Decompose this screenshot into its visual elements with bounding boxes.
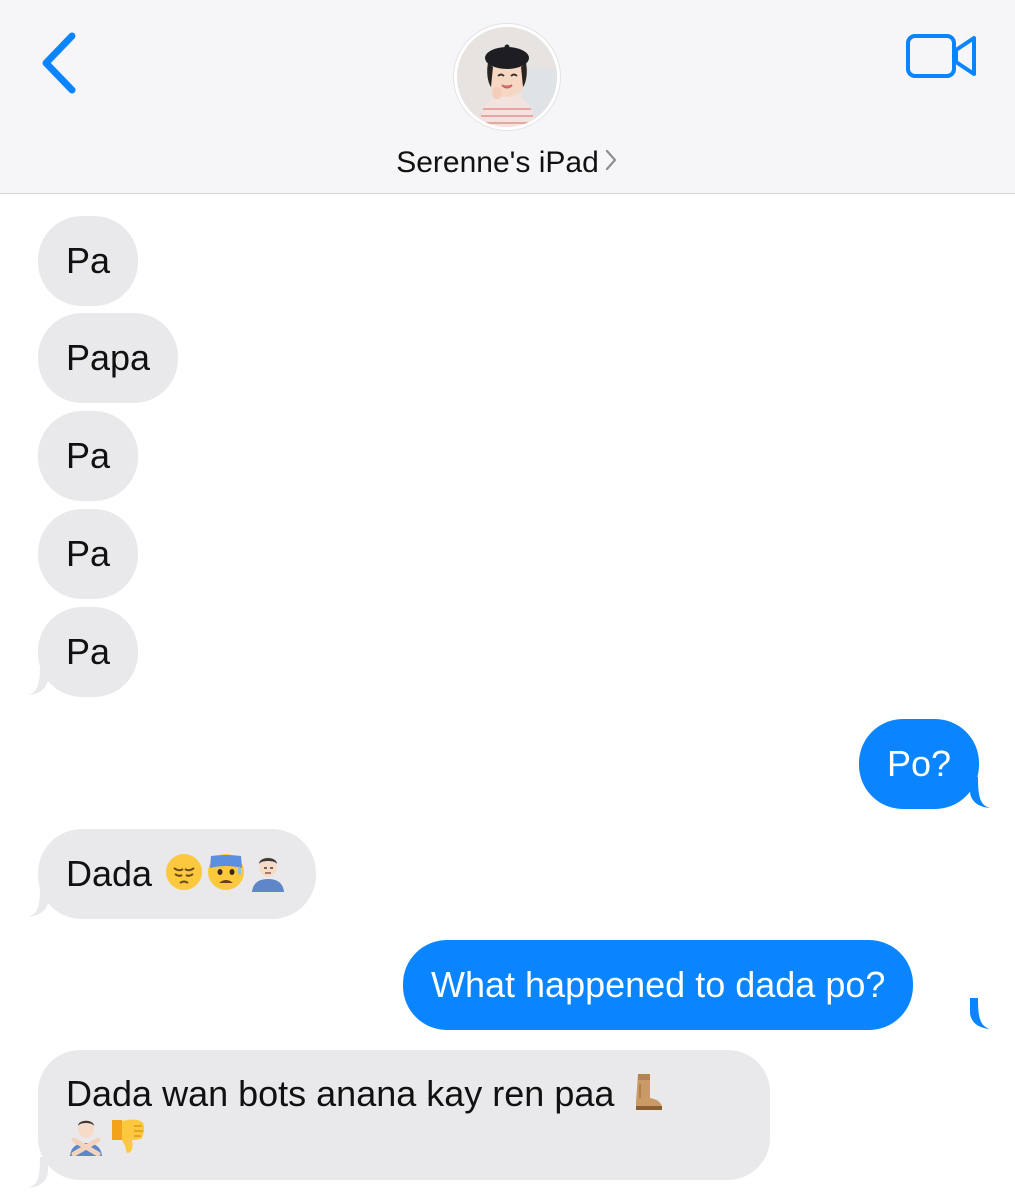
message-text: Dada xyxy=(66,853,153,894)
contact-name-button[interactable]: Serenne's iPad xyxy=(0,146,1015,180)
contact-name: Serenne's iPad xyxy=(396,146,599,179)
facetime-video-button[interactable] xyxy=(904,30,980,82)
pensive-face-emoji xyxy=(164,852,204,892)
incoming-message-bubble[interactable]: Pa xyxy=(38,509,139,599)
incoming-message-bubble[interactable]: Pa xyxy=(38,216,139,306)
imessage-conversation: Serenne's iPad Pa Papa Pa Pa Pa Po? Dada xyxy=(0,0,1015,1200)
incoming-bubble-tail xyxy=(26,664,58,696)
message-text: Dada wan bots anana kay ren paa xyxy=(66,1073,615,1114)
boot-emoji xyxy=(626,1072,666,1112)
thumbs-down-emoji xyxy=(108,1116,148,1156)
message-text: Po? xyxy=(887,743,952,784)
incoming-message-bubble[interactable]: Dada xyxy=(38,829,317,919)
message-text: Pa xyxy=(66,435,111,476)
incoming-bubble-tail xyxy=(26,1157,58,1189)
incoming-bubble-tail xyxy=(26,886,58,918)
message-text: Pa xyxy=(66,240,111,281)
outgoing-message-bubble[interactable]: What happened to dada po? xyxy=(403,940,914,1030)
chevron-left-icon xyxy=(28,28,92,98)
message-text: Pa xyxy=(66,631,111,672)
man-gesturing-no-emoji xyxy=(66,1116,106,1156)
avatar[interactable] xyxy=(454,24,560,130)
outgoing-bubble-tail xyxy=(960,777,992,809)
incoming-message-bubble[interactable]: Papa xyxy=(38,313,179,403)
conversation-header: Serenne's iPad xyxy=(0,0,1015,194)
video-camera-icon xyxy=(904,30,980,82)
incoming-message-bubble[interactable]: Pa xyxy=(38,411,139,501)
anxious-face-with-sweat-emoji xyxy=(206,852,246,892)
man-facepalming-emoji xyxy=(248,852,288,892)
message-text: What happened to dada po? xyxy=(431,964,886,1005)
chevron-right-icon xyxy=(603,147,619,173)
message-text: Papa xyxy=(66,337,151,378)
message-text: Pa xyxy=(66,533,111,574)
back-button[interactable] xyxy=(28,28,92,98)
incoming-message-bubble[interactable]: Dada wan bots anana kay ren paa xyxy=(38,1050,770,1180)
outgoing-bubble-tail xyxy=(960,998,992,1030)
